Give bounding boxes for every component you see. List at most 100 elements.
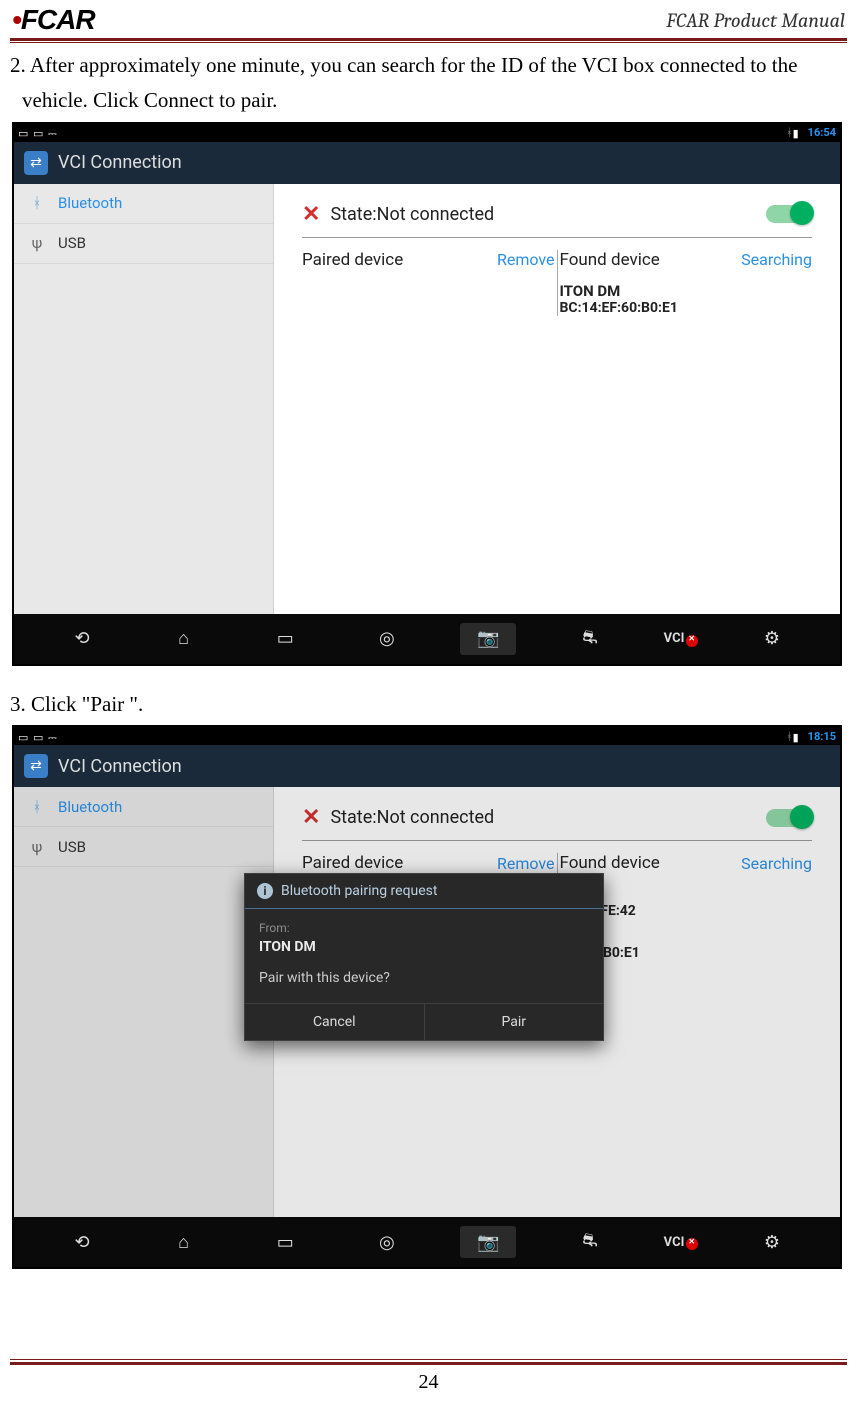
brand-logo: •FCAR: [12, 4, 95, 36]
camera-button[interactable]: 📷: [460, 623, 516, 655]
content-pane: ✕ State:Not connected Paired device Remo…: [274, 787, 840, 1217]
battery-icon: ▮: [793, 127, 804, 138]
manual-title: FCAR Product Manual: [666, 9, 845, 32]
info-icon: i: [257, 883, 273, 899]
car-icon[interactable]: ⛐: [562, 1226, 618, 1258]
vci-text: VCI: [664, 1235, 685, 1250]
remove-link[interactable]: Remove: [497, 250, 555, 269]
page-footer: 24: [0, 1359, 857, 1406]
vci-error-icon: [686, 635, 698, 647]
nav-bar: ⟲ ⌂ ▭ ◎ 📷 ⛐ VCI ⚙: [14, 614, 840, 664]
usb-icon: ψ: [28, 838, 46, 856]
device-mac: BC:14:EF:60:B0:E1: [560, 300, 813, 316]
vci-status[interactable]: VCI: [664, 1235, 699, 1250]
device-name: ITON DM: [560, 282, 813, 300]
bluetooth-icon: ᚼ: [28, 798, 46, 816]
remove-link[interactable]: Remove: [497, 854, 555, 873]
found-label: Found device: [560, 250, 660, 270]
footer-rule-thin: [10, 1359, 847, 1360]
sidebar-item-label: USB: [58, 838, 86, 856]
home-button[interactable]: ⌂: [156, 1226, 212, 1258]
sidebar: ᚼ Bluetooth ψ USB: [14, 184, 274, 614]
bluetooth-icon: ᚼ: [28, 194, 46, 212]
android-statusbar: ▭ ▭ ⎓ ᚼ ▮ 16:54: [14, 124, 840, 142]
instruction-step2-line1: 2. After approximately one minute, you c…: [10, 51, 847, 80]
screenshot-1: ▭ ▭ ⎓ ᚼ ▮ 16:54 ⇄ VCI Connection ᚼ Bluet…: [12, 122, 842, 666]
chrome-icon[interactable]: ◎: [359, 623, 415, 655]
settings-icon[interactable]: ⚙: [744, 1226, 800, 1258]
clock: 18:15: [808, 730, 836, 743]
dialog-title: Bluetooth pairing request: [281, 883, 437, 899]
dialog-body: From: ITON DM Pair with this device?: [245, 909, 603, 1003]
sidebar-item-bluetooth[interactable]: ᚼ Bluetooth: [14, 787, 273, 827]
bluetooth-pairing-dialog: i Bluetooth pairing request From: ITON D…: [244, 873, 604, 1041]
app-icon: ⇄: [24, 754, 48, 778]
vci-error-icon: [686, 1238, 698, 1250]
paired-label: Paired device: [302, 853, 403, 873]
cancel-button[interactable]: Cancel: [245, 1004, 424, 1040]
bluetooth-icon: ᚼ: [786, 126, 793, 139]
app-bar: ⇄ VCI Connection: [14, 142, 840, 184]
header-rule-thin: [10, 42, 847, 43]
sidebar-item-usb[interactable]: ψ USB: [14, 827, 273, 867]
battery-icon: ▮: [793, 731, 804, 742]
panel-divider: [557, 250, 558, 316]
car-icon[interactable]: ⛐: [562, 623, 618, 655]
sidebar-item-bluetooth[interactable]: ᚼ Bluetooth: [14, 184, 273, 224]
home-button[interactable]: ⌂: [156, 623, 212, 655]
clock: 16:54: [808, 126, 836, 139]
dialog-title-bar: i Bluetooth pairing request: [245, 874, 603, 909]
settings-icon[interactable]: ⚙: [744, 623, 800, 655]
chrome-icon[interactable]: ◎: [359, 1226, 415, 1258]
camera-button[interactable]: 📷: [460, 1226, 516, 1258]
page-header: •FCAR FCAR Product Manual: [0, 0, 857, 36]
found-panel: Found device Searching ITON DM BC:14:EF:…: [560, 250, 813, 316]
usb-icon: ⎓: [48, 127, 59, 138]
dialog-from-name: ITON DM: [259, 937, 589, 958]
sidebar: ᚼ Bluetooth ψ USB: [14, 787, 274, 1217]
paired-panel: Paired device Remove: [302, 250, 555, 316]
app-title: VCI Connection: [58, 152, 182, 173]
bluetooth-icon: ᚼ: [786, 730, 793, 743]
android-statusbar: ▭ ▭ ⎓ ᚼ ▮ 18:15: [14, 727, 840, 745]
pair-button[interactable]: Pair: [424, 1004, 604, 1040]
app-icon: ⇄: [24, 151, 48, 175]
instruction-step2-line2: vehicle. Click Connect to pair.: [22, 86, 847, 115]
paired-label: Paired device: [302, 250, 403, 270]
content-pane: ✕ State:Not connected Paired device Remo…: [274, 184, 840, 614]
connection-state: State:Not connected: [330, 204, 766, 225]
found-label: Found device: [560, 853, 660, 873]
sidebar-item-label: Bluetooth: [58, 798, 122, 816]
usb-icon: ψ: [28, 234, 46, 252]
close-icon: ✕: [302, 202, 320, 227]
logo-text: FCAR: [21, 4, 95, 35]
back-button[interactable]: ⟲: [54, 623, 110, 655]
connection-state: State:Not connected: [330, 807, 766, 828]
image-icon: ▭: [33, 731, 44, 742]
bluetooth-toggle[interactable]: [766, 205, 812, 223]
dialog-question: Pair with this device?: [259, 968, 589, 989]
dialog-from-label: From:: [259, 919, 589, 937]
screenshot-2: ▭ ▭ ⎓ ᚼ ▮ 18:15 ⇄ VCI Connection ᚼ Bluet…: [12, 725, 842, 1269]
vci-text: VCI: [664, 631, 685, 646]
back-button[interactable]: ⟲: [54, 1226, 110, 1258]
searching-label: Searching: [741, 250, 812, 269]
recents-button[interactable]: ▭: [257, 623, 313, 655]
sidebar-item-label: Bluetooth: [58, 194, 122, 212]
sidebar-item-label: USB: [58, 234, 86, 252]
instruction-step3: 3. Click "Pair ".: [10, 690, 847, 719]
found-device-item[interactable]: ITON DM BC:14:EF:60:B0:E1: [560, 282, 813, 316]
page-number: 24: [0, 1371, 857, 1406]
recents-button[interactable]: ▭: [257, 1226, 313, 1258]
image-icon: ▭: [18, 731, 29, 742]
app-title: VCI Connection: [58, 756, 182, 777]
vci-status[interactable]: VCI: [664, 631, 699, 646]
bluetooth-toggle[interactable]: [766, 809, 812, 827]
image-icon: ▭: [33, 127, 44, 138]
header-rule-thick: [10, 38, 847, 41]
app-bar: ⇄ VCI Connection: [14, 745, 840, 787]
image-icon: ▭: [18, 127, 29, 138]
sidebar-item-usb[interactable]: ψ USB: [14, 224, 273, 264]
footer-rule-thick: [10, 1362, 847, 1365]
close-icon: ✕: [302, 805, 320, 830]
